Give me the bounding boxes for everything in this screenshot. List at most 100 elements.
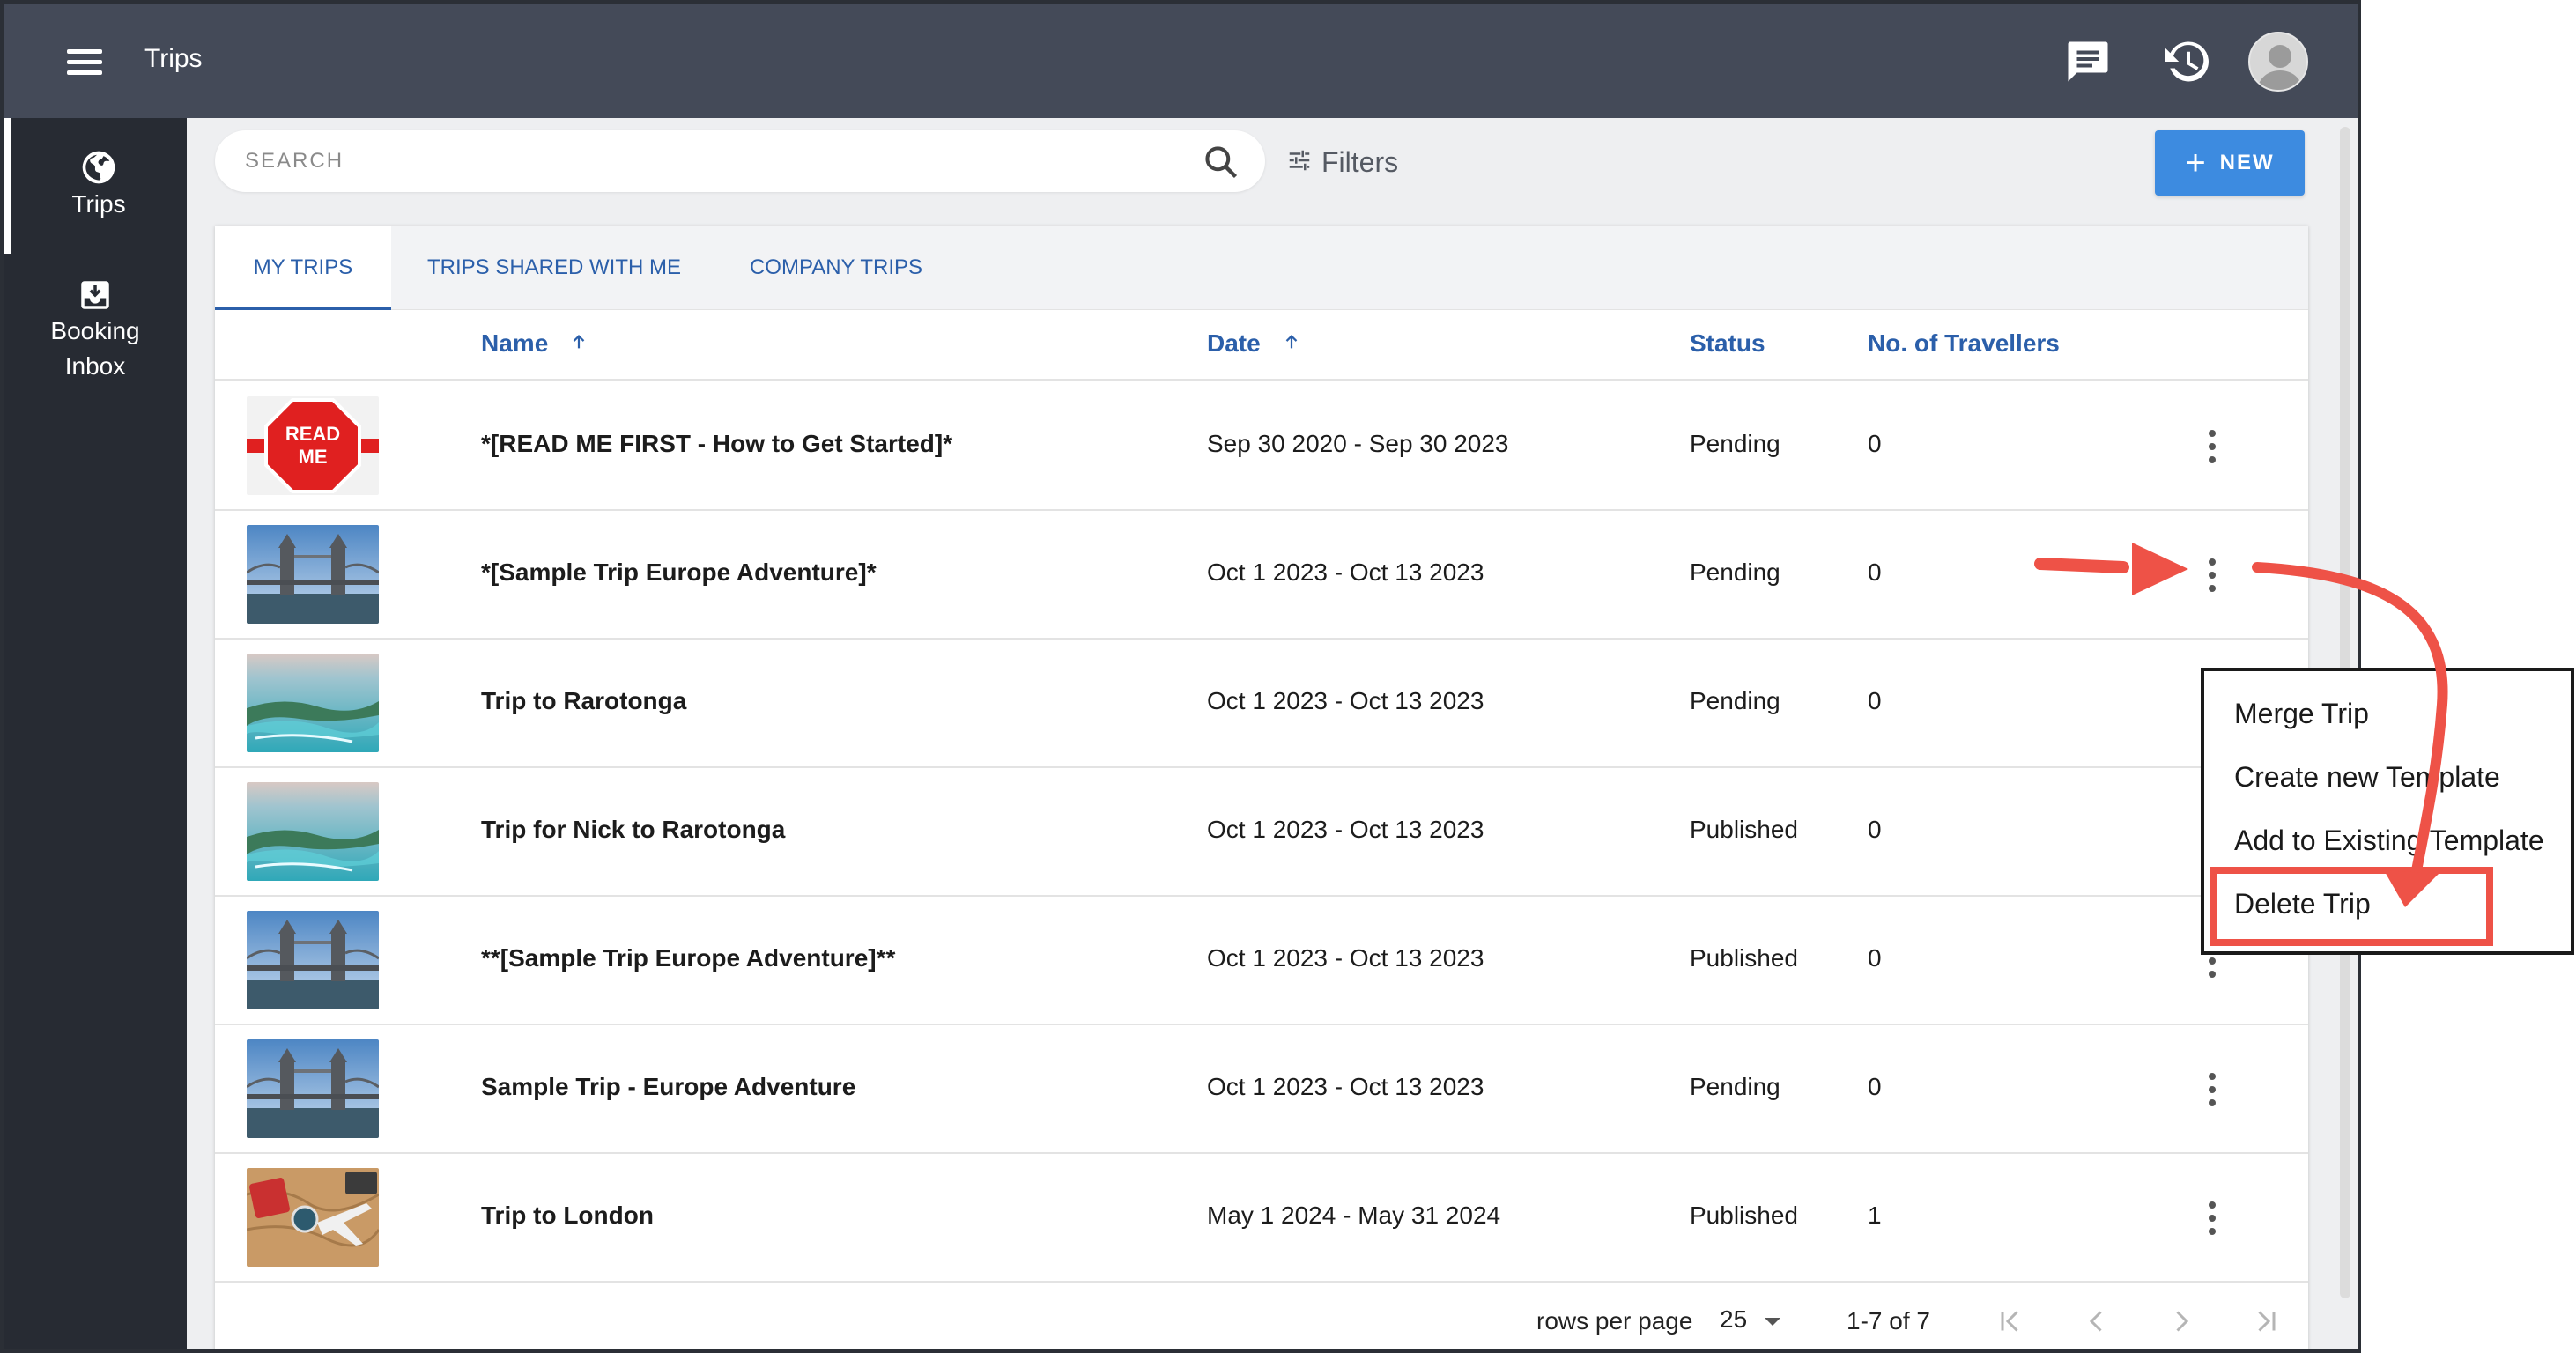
table-row[interactable]: **[Sample Trip Europe Adventure]** Oct 1 …: [215, 897, 2308, 1025]
sort-ascending-icon: [569, 329, 588, 358]
sort-ascending-icon: [1282, 329, 1301, 358]
search-input[interactable]: [245, 143, 1126, 180]
more-vert-icon[interactable]: [2201, 425, 2224, 469]
table-header: Name Date Status No. of Travellers: [215, 310, 2308, 381]
trip-thumbnail: READ ME: [247, 396, 379, 495]
cell-date: May 1 2024 - May 31 2024: [1207, 1201, 1501, 1229]
filters-button[interactable]: Filters: [1286, 143, 1398, 181]
table-row[interactable]: Sample Trip - Europe Adventure Oct 1 2023…: [215, 1025, 2308, 1154]
thumb-text: READ: [285, 423, 340, 445]
more-vert-icon[interactable]: [2201, 1068, 2224, 1112]
menu-item-merge-trip[interactable]: Merge Trip: [2234, 698, 2369, 730]
pagination-range: 1-7 of 7: [1847, 1307, 1930, 1335]
search-bar: [215, 130, 1265, 192]
sidebar-item-label: Booking: [50, 317, 140, 344]
sidebar-item-label: Trips: [71, 190, 126, 218]
search-icon[interactable]: [1202, 143, 1240, 186]
new-button-label: NEW: [2219, 151, 2275, 174]
trip-thumbnail: [247, 911, 379, 1009]
table-row[interactable]: *[Sample Trip Europe Adventure]* Oct 1 20…: [215, 511, 2308, 640]
cell-date: Oct 1 2023 - Oct 13 2023: [1207, 816, 1484, 843]
history-icon[interactable]: [2160, 35, 2213, 88]
app-window: Trips Trips Booking Inbox SEARCH Filters…: [0, 0, 2361, 1353]
sidebar-item-label: Inbox: [64, 352, 126, 380]
menu-item-create-new-template[interactable]: Create new Template: [2234, 761, 2500, 794]
cell-travellers: 1: [1868, 1201, 1882, 1229]
menu-item-add-to-existing-template[interactable]: Add to Existing Template: [2234, 824, 2544, 857]
table-row[interactable]: Trip for Nick to Rarotonga Oct 1 2023 - O…: [215, 768, 2308, 897]
cell-date: Oct 1 2023 - Oct 13 2023: [1207, 944, 1484, 972]
top-bar: Trips: [4, 4, 2358, 118]
trip-context-menu: Merge Trip Create new Template Add to Ex…: [2201, 668, 2574, 955]
plus-icon: +: [2185, 144, 2206, 182]
sidebar-item-booking-inbox[interactable]: Booking Inbox: [4, 254, 187, 386]
trip-thumbnail: [247, 1168, 379, 1267]
chat-icon[interactable]: [2062, 35, 2114, 88]
next-page-icon[interactable]: [2165, 1305, 2197, 1342]
cell-status: Pending: [1690, 558, 1780, 586]
cell-status: Pending: [1690, 687, 1780, 714]
trip-thumbnail: [247, 782, 379, 881]
tab-trips-shared-with-me[interactable]: TRIPS SHARED WITH ME: [409, 226, 700, 310]
cell-travellers: 0: [1868, 558, 1882, 586]
column-header-date[interactable]: Date: [1207, 329, 1301, 358]
cell-travellers: 0: [1868, 430, 1882, 457]
cell-date: Oct 1 2023 - Oct 13 2023: [1207, 687, 1484, 714]
cell-travellers: 0: [1868, 944, 1882, 972]
column-header-travellers[interactable]: No. of Travellers: [1868, 329, 2060, 358]
hamburger-menu-icon[interactable]: [62, 46, 107, 78]
cell-name[interactable]: Trip to London: [481, 1201, 654, 1230]
cell-date: Sep 30 2020 - Sep 30 2023: [1207, 430, 1509, 457]
cell-date: Oct 1 2023 - Oct 13 2023: [1207, 558, 1484, 586]
table-row[interactable]: Trip to London May 1 2024 - May 31 2024 Pu…: [215, 1154, 2308, 1283]
cell-status: Pending: [1690, 1073, 1780, 1100]
cell-name[interactable]: *[READ ME FIRST - How to Get Started]*: [481, 430, 952, 458]
more-vert-icon[interactable]: [2201, 1196, 2224, 1240]
cell-name[interactable]: Sample Trip - Europe Adventure: [481, 1073, 855, 1101]
cell-travellers: 0: [1868, 1073, 1882, 1100]
pagination-footer: rows per page 25 1-7 of 7: [215, 1281, 2308, 1349]
column-header-label: Name: [481, 329, 549, 357]
cell-name[interactable]: *[Sample Trip Europe Adventure]*: [481, 558, 877, 587]
user-avatar[interactable]: [2248, 32, 2308, 92]
cell-travellers: 0: [1868, 816, 1882, 843]
cell-status: Published: [1690, 816, 1798, 843]
cell-status: Published: [1690, 1201, 1798, 1229]
menu-item-delete-trip[interactable]: Delete Trip: [2234, 888, 2371, 920]
filters-label: Filters: [1321, 145, 1399, 178]
inbox-icon: [4, 277, 187, 314]
globe-icon: [11, 148, 187, 187]
more-vert-icon[interactable]: [2201, 553, 2224, 597]
sidebar-item-trips[interactable]: Trips: [4, 118, 187, 254]
column-header-label: Date: [1207, 329, 1261, 357]
cell-status: Pending: [1690, 430, 1780, 457]
table-row[interactable]: READ ME *[READ ME FIRST - How to Get Start…: [215, 382, 2308, 511]
rows-per-page-label: rows per page: [1536, 1307, 1693, 1335]
cell-name[interactable]: Trip to Rarotonga: [481, 687, 686, 715]
rows-per-page-value: 25: [1720, 1305, 1748, 1333]
app-title: Trips: [144, 44, 203, 73]
first-page-icon[interactable]: [1995, 1305, 2026, 1342]
thumb-text: ME: [299, 446, 328, 468]
column-header-status[interactable]: Status: [1690, 329, 1765, 358]
last-page-icon[interactable]: [2250, 1305, 2282, 1342]
trip-thumbnail: [247, 654, 379, 752]
cell-travellers: 0: [1868, 687, 1882, 714]
sidebar: Trips Booking Inbox: [4, 118, 187, 1349]
tune-icon: [1286, 147, 1313, 178]
tab-my-trips[interactable]: MY TRIPS: [215, 226, 391, 310]
tab-company-trips[interactable]: COMPANY TRIPS: [717, 226, 955, 310]
new-trip-button[interactable]: + NEW: [2155, 130, 2305, 196]
cell-name[interactable]: Trip for Nick to Rarotonga: [481, 816, 785, 844]
trip-thumbnail: [247, 1039, 379, 1138]
cell-status: Published: [1690, 944, 1798, 972]
dropdown-arrow-icon: [1763, 1305, 1782, 1334]
table-row[interactable]: Trip to Rarotonga Oct 1 2023 - Oct 13 202…: [215, 640, 2308, 768]
cell-name[interactable]: **[Sample Trip Europe Adventure]**: [481, 944, 895, 972]
column-header-name[interactable]: Name: [481, 329, 588, 358]
tab-bar: MY TRIPS TRIPS SHARED WITH ME COMPANY TR…: [215, 226, 2308, 310]
trips-card: MY TRIPS TRIPS SHARED WITH ME COMPANY TR…: [215, 226, 2308, 1349]
previous-page-icon[interactable]: [2081, 1305, 2113, 1342]
rows-per-page-select[interactable]: 25: [1720, 1305, 1782, 1334]
cell-date: Oct 1 2023 - Oct 13 2023: [1207, 1073, 1484, 1100]
